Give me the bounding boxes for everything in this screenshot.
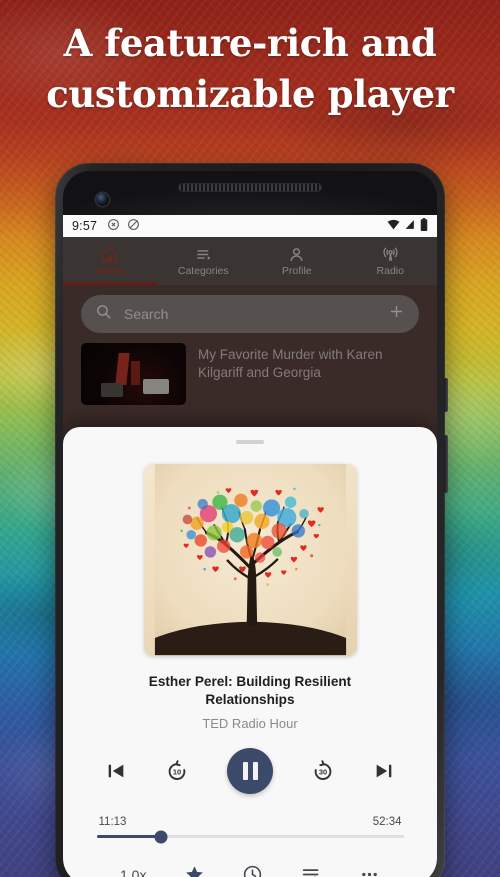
tab-categories-label: Categories [177,264,229,277]
star-icon[interactable] [184,864,205,877]
clock-icon[interactable] [242,864,263,877]
playlist-icon [195,246,212,263]
pause-bar-right [252,762,258,780]
skip-previous-icon[interactable] [105,760,127,782]
svg-text:30: 30 [319,768,327,777]
progress-slider[interactable] [96,830,404,843]
album-artwork [143,464,357,656]
pause-bar-left [242,762,248,780]
cellular-signal-icon [404,219,416,233]
show-name: TED Radio Hour [202,716,298,731]
app-background-content: Home Categories Profile Radio Search My … [63,237,437,405]
status-bar: 9:57 [63,215,437,237]
svg-text:10: 10 [173,768,181,777]
progress-fill [96,835,161,838]
tab-home-label: Home [95,264,124,277]
podcast-thumbnail [81,343,186,405]
status-bar-clock: 9:57 [72,219,98,233]
page-title: A feature-rich and customizable player [0,18,500,120]
do-not-disturb-icon [127,218,140,234]
battery-icon [420,218,428,234]
pause-button[interactable] [227,748,273,794]
forward-30-icon[interactable]: 30 [311,759,335,783]
playback-controls: 10 30 [105,748,395,794]
vibrate-icon [107,218,120,234]
volume-button[interactable] [444,435,448,493]
search-icon [95,303,112,325]
headline-line-2: customizable player [46,72,454,117]
bottom-nav-tabs: Home Categories Profile Radio [63,237,437,285]
phone-mockup: 9:57 Home Categories Profile Radio Searc… [55,163,448,877]
progress-thumb[interactable] [154,830,168,843]
episode-title: Esther Perel: Building Resilient Relatio… [148,673,352,707]
phone-screen: 9:57 Home Categories Profile Radio Searc… [63,215,437,877]
playback-speed-button[interactable]: 1.0x [120,867,146,877]
player-bottom-sheet: Esther Perel: Building Resilient Relatio… [63,427,437,877]
power-button[interactable] [444,378,448,412]
podcast-title: My Favorite Murder with Karen Kilgariff … [198,347,383,380]
plus-icon[interactable] [388,303,405,325]
phone-bezel: 9:57 Home Categories Profile Radio Searc… [63,171,437,877]
replay-10-icon[interactable]: 10 [165,759,189,783]
front-camera-icon [96,193,109,206]
phone-top-bezel [63,171,437,215]
drag-handle[interactable] [236,440,264,445]
skip-next-icon[interactable] [373,760,395,782]
tab-radio-label: Radio [376,264,404,277]
tab-profile[interactable]: Profile [250,237,344,285]
person-icon [288,246,305,263]
playlist-play-icon[interactable] [301,864,322,877]
active-tab-indicator [63,282,157,285]
tab-profile-label: Profile [281,264,312,277]
search-input[interactable]: Search [124,306,376,322]
tab-radio[interactable]: Radio [344,237,438,285]
total-time: 52:34 [372,816,402,828]
search-bar[interactable]: Search [81,295,419,333]
list-item[interactable]: My Favorite Murder with Karen Kilgariff … [63,341,437,405]
elapsed-time: 11:13 [98,816,127,828]
more-horizontal-icon[interactable] [359,864,380,877]
tab-categories[interactable]: Categories [157,237,251,285]
headline-line-1: A feature-rich and [63,21,437,65]
tab-home[interactable]: Home [63,237,157,285]
earpiece-speaker-icon [179,184,321,191]
progress-section: 11:13 52:34 [96,816,404,843]
wifi-icon [387,219,400,233]
broadcast-icon [382,246,399,263]
player-toolbar: 1.0x [120,864,380,877]
home-icon [101,246,118,263]
promo-graphic: A feature-rich and customizable player 9… [0,0,500,877]
